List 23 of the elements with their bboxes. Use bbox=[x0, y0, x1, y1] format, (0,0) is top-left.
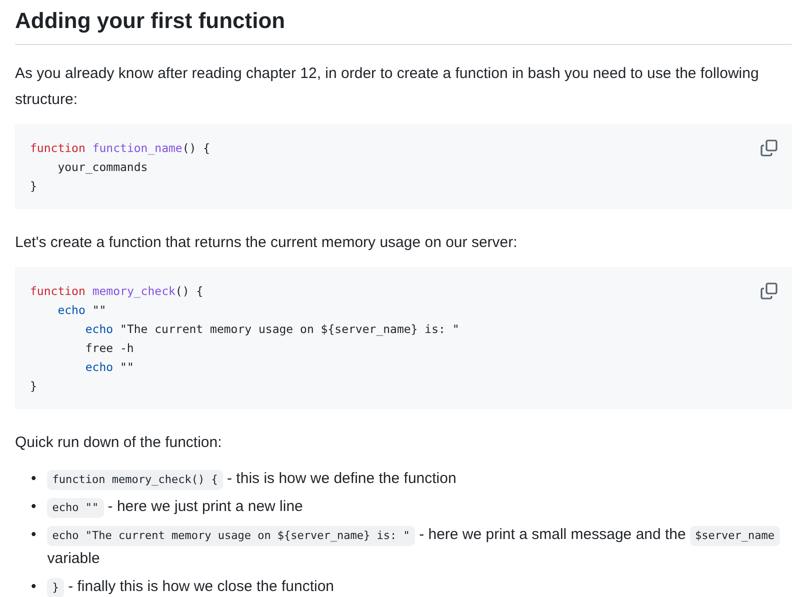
list-item: function memory_check() { - this is how we define the function bbox=[47, 467, 456, 491]
paragraph: Quick run down of the function: bbox=[15, 433, 223, 453]
code-line: free -h bbox=[84, 340, 135, 357]
code-line: } bbox=[30, 178, 38, 195]
code-line: function memory_check() { bbox=[30, 283, 204, 300]
code-line: echo "" bbox=[56, 302, 108, 319]
paragraph: Let's create a function that returns the current memory usage on our server: bbox=[15, 233, 518, 253]
code-line: } bbox=[30, 378, 38, 395]
list-item: } - finally this is how we close the function bbox=[47, 575, 334, 597]
bullet: • bbox=[31, 469, 36, 489]
paragraph: As you already know after reading chapter 12, in order to create a function in bash you need to use the following structure: bbox=[15, 64, 760, 110]
copy-icon[interactable] bbox=[760, 139, 778, 157]
bullet: • bbox=[31, 525, 36, 545]
copy-icon[interactable] bbox=[760, 282, 778, 300]
code-line: echo "" bbox=[84, 359, 135, 376]
bullet: • bbox=[31, 497, 36, 517]
list-item: echo "The current memory usage on ${server_name} is: " - here we print a small message and the $server_name variable bbox=[47, 523, 792, 571]
code-line: your_commands bbox=[56, 159, 149, 176]
code-line: echo "The current memory usage on ${server_name} is: " bbox=[84, 321, 460, 338]
section-heading: Adding your first function bbox=[15, 2, 792, 45]
code-line: function function_name() { bbox=[30, 140, 210, 157]
bullet: • bbox=[31, 577, 36, 597]
list-item: echo "" - here we just print a new line bbox=[47, 495, 303, 519]
